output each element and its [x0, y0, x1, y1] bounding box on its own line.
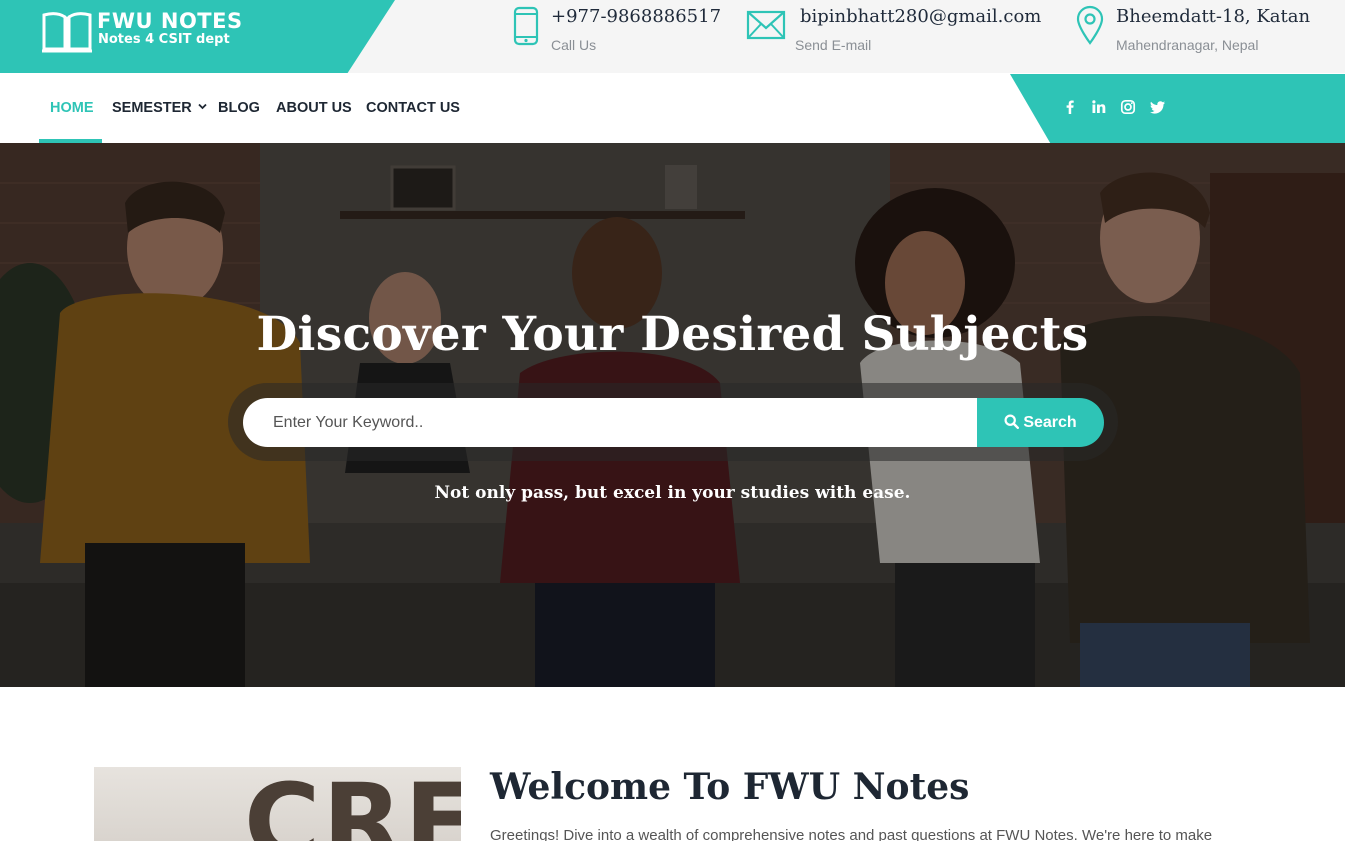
main-nav: HOME SEMESTER BLOG ABOUT US CONTACT US	[0, 73, 1345, 143]
top-bar: FWU NOTES Notes 4 CSIT dept +977-9868886…	[0, 0, 1345, 73]
contact-phone-label: Call Us	[551, 37, 597, 53]
contact-address-label: Mahendranagar, Nepal	[1116, 37, 1259, 53]
contact-address: Bheemdatt-18, Katan	[1116, 6, 1311, 27]
search-button-label: Search	[1023, 413, 1077, 431]
search-input[interactable]	[243, 398, 979, 447]
nav-home[interactable]: HOME	[50, 100, 94, 116]
nav-contact-us[interactable]: CONTACT US	[366, 100, 460, 116]
welcome-image-text: CRF	[244, 767, 461, 841]
contact-email-address: bipinbhatt280@gmail.com	[800, 6, 1042, 27]
mail-icon	[746, 10, 786, 40]
welcome-text: Greetings! Dive into a wealth of compreh…	[490, 827, 1213, 841]
nav-about-us[interactable]: ABOUT US	[276, 100, 352, 116]
contact-phone-number: +977-9868886517	[551, 6, 722, 27]
hero-tagline: Not only pass, but excel in your studies…	[434, 483, 911, 503]
welcome-image: CRF	[94, 767, 461, 841]
contact-email-label: Send E-mail	[795, 37, 872, 53]
location-pin-icon	[1076, 5, 1104, 45]
open-book-icon	[42, 12, 92, 53]
chevron-down-icon	[198, 103, 207, 110]
linkedin-icon[interactable]	[1091, 99, 1107, 115]
search-button[interactable]: Search	[977, 398, 1104, 447]
brand-title: FWU NOTES	[97, 9, 243, 33]
instagram-icon[interactable]	[1120, 99, 1136, 115]
search-icon	[1004, 413, 1020, 429]
facebook-icon[interactable]	[1062, 99, 1078, 115]
phone-icon	[513, 6, 539, 46]
nav-semester[interactable]: SEMESTER	[112, 100, 207, 116]
twitter-icon[interactable]	[1150, 99, 1166, 115]
brand-subtitle: Notes 4 CSIT dept	[98, 32, 230, 47]
brand-logo[interactable]: FWU NOTES Notes 4 CSIT dept	[0, 0, 395, 73]
nav-blog[interactable]: BLOG	[218, 100, 260, 116]
social-links	[1010, 74, 1345, 143]
welcome-title: Welcome To FWU Notes	[490, 766, 970, 808]
nav-semester-label: SEMESTER	[112, 100, 192, 116]
hero-title: Discover Your Desired Subjects	[256, 307, 1089, 362]
